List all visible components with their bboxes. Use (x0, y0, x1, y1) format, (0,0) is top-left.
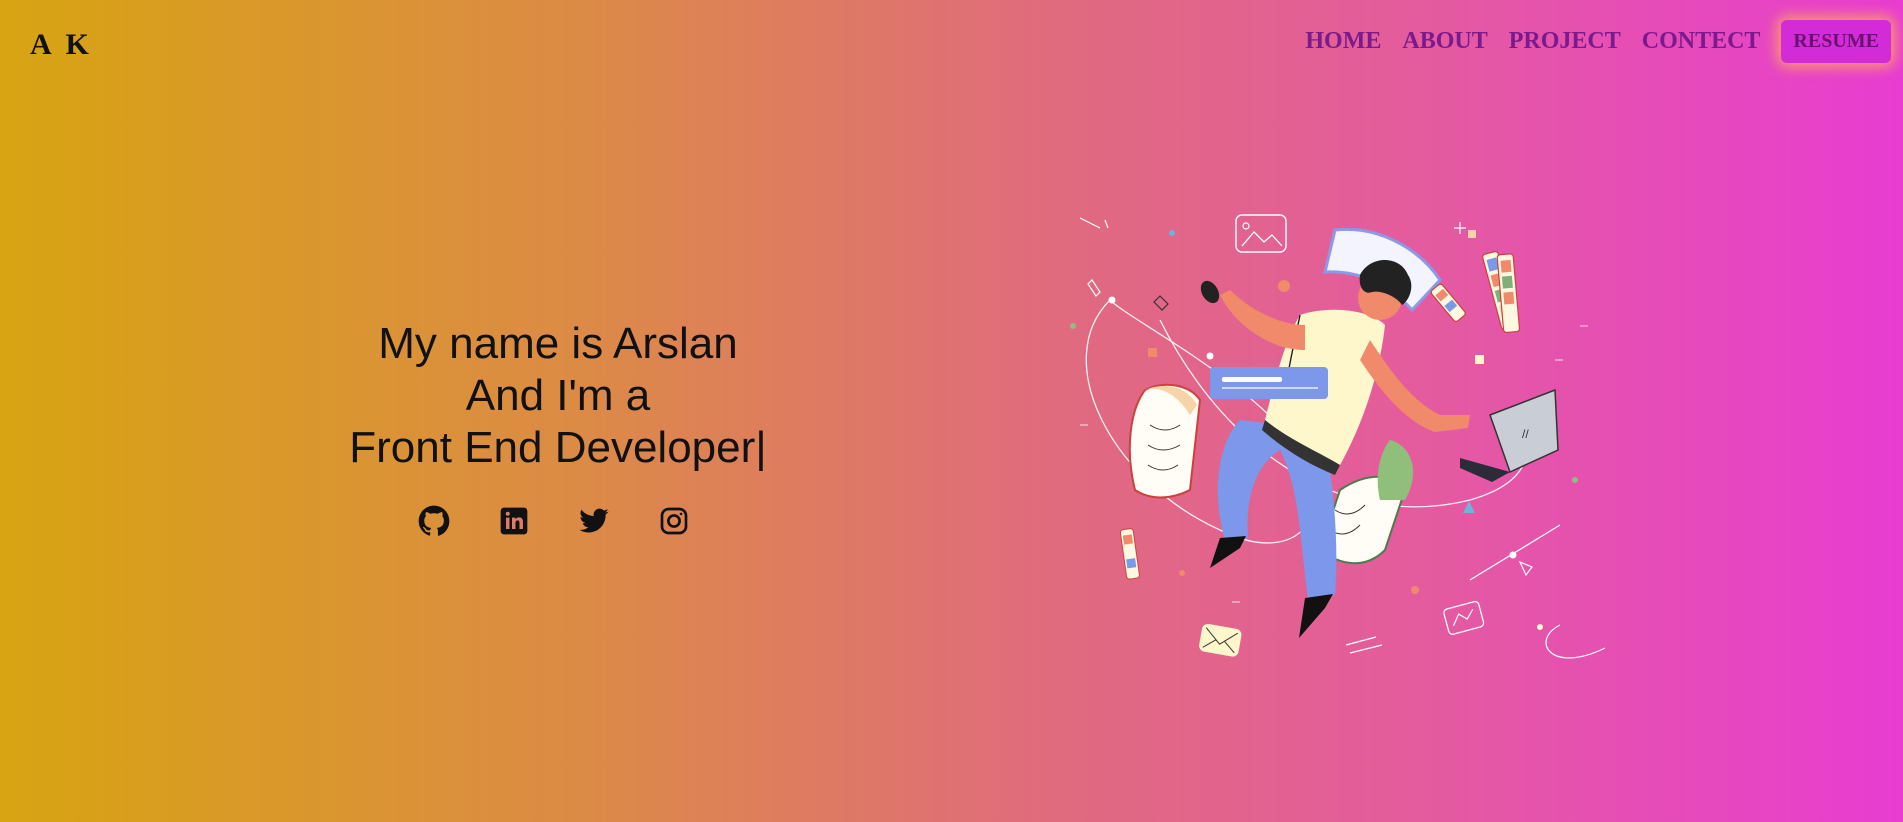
linkedin-icon[interactable] (498, 505, 530, 537)
developer-illustration: // (1070, 214, 1606, 659)
instagram-icon[interactable] (658, 505, 690, 537)
nav-home-link[interactable]: HOME (1305, 28, 1381, 55)
github-icon[interactable] (418, 505, 450, 537)
svg-text://: // (1522, 427, 1529, 441)
site-logo[interactable]: A K (30, 28, 93, 62)
twitter-icon[interactable] (578, 505, 610, 537)
main-nav: HOME ABOUT PROJECT CONTECT RESUME (1305, 20, 1891, 63)
social-links (418, 505, 738, 537)
hero-subtitle-line: And I'm a (465, 371, 651, 420)
hero-role-line: Front End Developer| (258, 422, 858, 474)
typing-caret: | (755, 423, 767, 472)
hero-role-text: Front End Developer (349, 423, 756, 472)
hero-name-line: My name is Arslan (378, 319, 738, 368)
nav-project-link[interactable]: PROJECT (1509, 28, 1621, 55)
hero-intro: My name is Arslan And I'm a Front End De… (258, 318, 858, 474)
resume-button[interactable]: RESUME (1781, 20, 1891, 63)
nav-about-link[interactable]: ABOUT (1402, 28, 1487, 55)
nav-contact-link[interactable]: CONTECT (1642, 28, 1761, 55)
